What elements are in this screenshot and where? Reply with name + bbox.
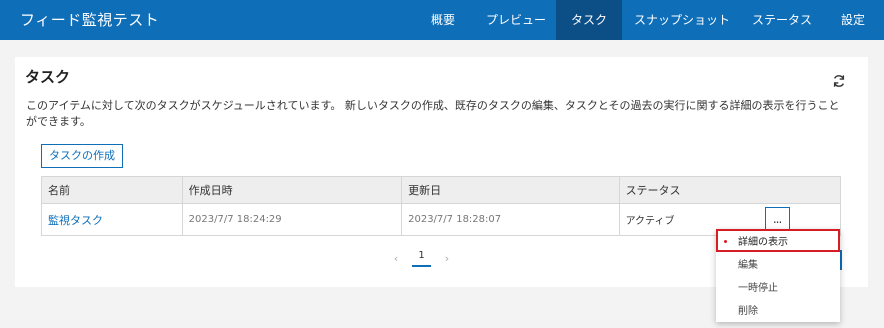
menu-item-view-details[interactable]: 詳細の表示 — [716, 229, 840, 252]
create-task-button[interactable]: タスクの作成 — [41, 144, 123, 168]
created-cell: 2023/7/7 18:24:29 — [183, 204, 403, 235]
column-header-updated[interactable]: 更新日 — [402, 177, 620, 203]
menu-item-pause[interactable]: 一時停止 — [716, 275, 840, 298]
task-name-cell: 監視タスク — [42, 204, 183, 235]
status-text: アクティブ — [625, 216, 675, 227]
actions-dropdown-menu: 詳細の表示 編集 一時停止 削除 — [716, 229, 840, 322]
ellipsis-icon: ... — [772, 211, 783, 226]
nav-preview[interactable]: プレビュー — [476, 0, 556, 40]
nav-status[interactable]: ステータス — [742, 0, 822, 40]
nav-settings[interactable]: 設定 — [822, 0, 884, 40]
column-header-status[interactable]: ステータス — [620, 177, 840, 203]
selected-bullet-icon — [724, 240, 727, 243]
page-title: タスク — [25, 68, 71, 86]
column-header-name[interactable]: 名前 — [42, 177, 183, 203]
tasks-table: 名前 作成日時 更新日 ステータス 監視タスク 2023/7/7 18:24:2… — [41, 176, 841, 236]
menu-item-label: 詳細の表示 — [738, 237, 788, 248]
table-header: 名前 作成日時 更新日 ステータス — [42, 177, 840, 204]
menu-item-delete[interactable]: 削除 — [716, 298, 840, 321]
partial-button-edge — [840, 250, 842, 270]
description-text: このアイテムに対して次のタスクがスケジュールされています。 新しいタスクの作成、… — [26, 99, 840, 128]
menu-item-label: 削除 — [738, 306, 758, 317]
more-actions-button[interactable]: ... — [764, 207, 790, 230]
menu-item-label: 一時停止 — [738, 283, 778, 294]
updated-cell: 2023/7/7 18:28:07 — [402, 204, 620, 235]
created-date: 2023/7/7 18:24:29 — [188, 214, 282, 225]
app-title: フィード監視テスト — [20, 11, 160, 29]
task-name-link[interactable]: 監視タスク — [48, 212, 103, 228]
menu-item-edit[interactable]: 編集 — [716, 252, 840, 275]
page-number-current[interactable]: 1 — [412, 250, 431, 267]
main-nav: 概要 プレビュー タスク スナップショット ステータス 設定 — [410, 0, 884, 40]
top-bar: フィード監視テスト 概要 プレビュー タスク スナップショット ステータス 設定 — [0, 0, 884, 40]
menu-item-label: 編集 — [738, 260, 758, 271]
nav-overview[interactable]: 概要 — [410, 0, 476, 40]
nav-tasks[interactable]: タスク — [556, 0, 622, 40]
refresh-icon[interactable] — [832, 74, 846, 88]
nav-snapshot[interactable]: スナップショット — [622, 0, 742, 40]
prev-page-icon[interactable]: ‹ — [394, 252, 398, 265]
updated-date: 2023/7/7 18:28:07 — [408, 214, 502, 225]
column-header-created[interactable]: 作成日時 — [183, 177, 403, 203]
next-page-icon[interactable]: › — [445, 252, 449, 265]
